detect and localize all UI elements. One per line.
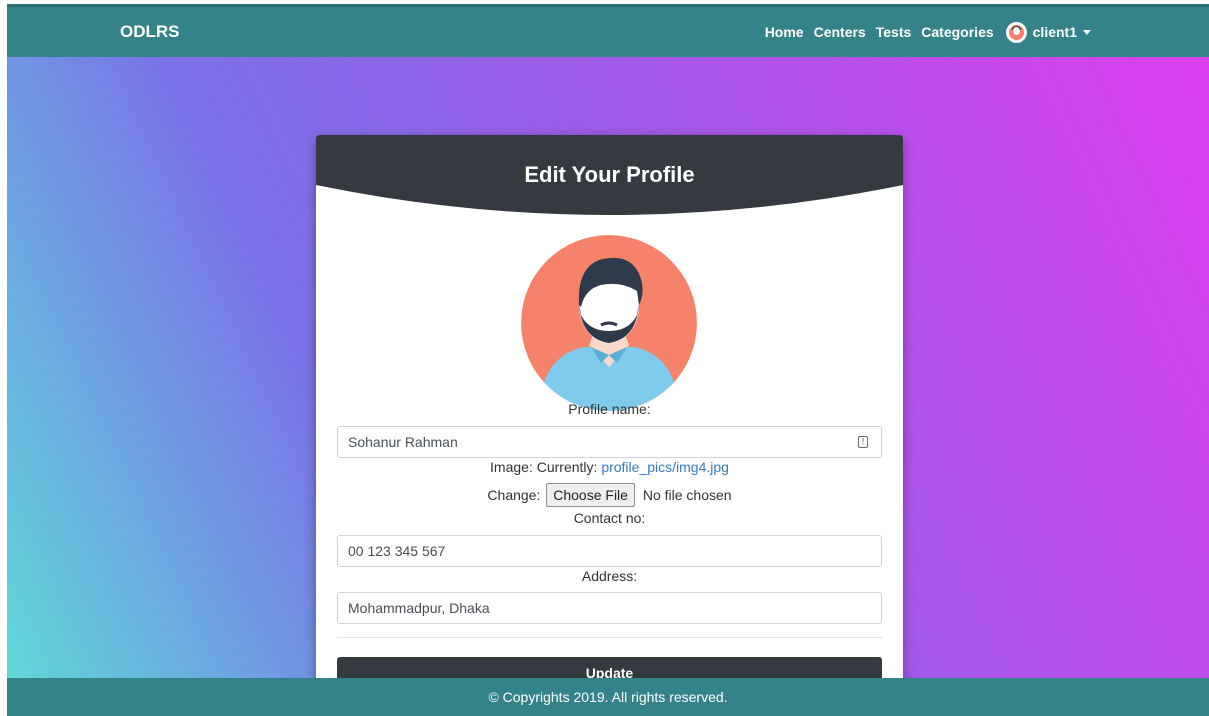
autofill-icon[interactable]: ! xyxy=(858,436,868,448)
divider xyxy=(337,637,882,638)
footer: © Copyrights 2019. All rights reserved. xyxy=(7,678,1209,716)
nav-categories[interactable]: Categories xyxy=(921,24,993,40)
profile-name-label: Profile name: xyxy=(568,401,651,417)
contact-label: Contact no: xyxy=(573,510,646,526)
profile-name-value: Sohanur Rahman xyxy=(348,434,458,450)
address-label: Address: xyxy=(581,568,638,584)
page-title: Edit Your Profile xyxy=(524,162,695,187)
nav-links: Home Centers Tests Categories client1 xyxy=(755,21,1091,43)
nav-tests[interactable]: Tests xyxy=(876,24,912,40)
footer-copyright: © Copyrights 2019. All rights reserved. xyxy=(488,689,728,705)
image-current-link[interactable]: profile_pics/img4.jpg xyxy=(601,459,729,475)
address-value: Mohammadpur, Dhaka xyxy=(348,600,490,616)
address-input[interactable]: Mohammadpur, Dhaka xyxy=(337,592,882,624)
image-current-label: Image: Currently: xyxy=(490,459,598,475)
contact-value: 00 123 345 567 xyxy=(348,543,446,559)
contact-input[interactable]: 00 123 345 567 xyxy=(337,535,882,567)
profile-name-input[interactable]: Sohanur Rahman ! xyxy=(337,426,882,458)
file-change-row: Change: Choose File No file chosen xyxy=(316,483,903,507)
caret-down-icon xyxy=(1083,29,1091,35)
nav-home[interactable]: Home xyxy=(765,24,804,40)
no-file-text: No file chosen xyxy=(642,487,732,503)
navbar: ODLRS Home Centers Tests Categories clie… xyxy=(7,4,1209,57)
card-header: Edit Your Profile xyxy=(316,135,903,220)
brand-logo[interactable]: ODLRS xyxy=(120,22,180,42)
hero-background: Edit Your Profile Profile name: Sohanur … xyxy=(7,57,1209,711)
edit-profile-card: Edit Your Profile Profile name: Sohanur … xyxy=(316,135,903,711)
user-avatar-icon xyxy=(1005,21,1027,43)
choose-file-button[interactable]: Choose File xyxy=(546,483,635,507)
profile-avatar-image xyxy=(521,235,697,411)
page-frame: ODLRS Home Centers Tests Categories clie… xyxy=(7,4,1209,716)
user-menu-dropdown[interactable]: client1 xyxy=(1005,21,1091,43)
user-name: client1 xyxy=(1032,24,1077,40)
change-label: Change: xyxy=(487,487,541,503)
nav-centers[interactable]: Centers xyxy=(814,24,866,40)
image-current-row: Image: Currently: profile_pics/img4.jpg xyxy=(316,459,903,475)
